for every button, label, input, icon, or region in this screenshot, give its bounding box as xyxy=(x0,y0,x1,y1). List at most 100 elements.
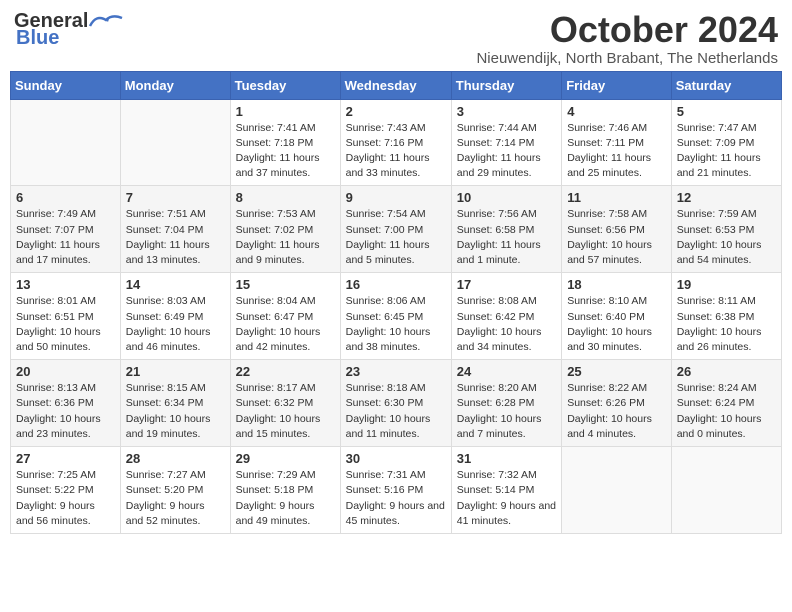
day-number: 31 xyxy=(457,451,556,466)
calendar-cell: 8 Sunrise: 7:53 AMSunset: 7:02 PMDaylight… xyxy=(230,186,340,273)
logo-bird-icon xyxy=(88,12,124,32)
day-number: 6 xyxy=(16,190,115,205)
day-number: 26 xyxy=(677,364,776,379)
calendar-cell: 17 Sunrise: 8:08 AMSunset: 6:42 PMDayligh… xyxy=(451,273,561,360)
day-info: Sunrise: 7:43 AMSunset: 7:16 PMDaylight:… xyxy=(346,121,446,182)
day-info: Sunrise: 7:31 AMSunset: 5:16 PMDaylight:… xyxy=(346,468,446,529)
week-row-3: 13 Sunrise: 8:01 AMSunset: 6:51 PMDayligh… xyxy=(11,273,782,360)
calendar-cell: 18 Sunrise: 8:10 AMSunset: 6:40 PMDayligh… xyxy=(562,273,672,360)
day-number: 10 xyxy=(457,190,556,205)
day-info: Sunrise: 7:27 AMSunset: 5:20 PMDaylight:… xyxy=(126,468,225,529)
day-number: 3 xyxy=(457,104,556,119)
day-info: Sunrise: 8:17 AMSunset: 6:32 PMDaylight:… xyxy=(236,381,335,442)
day-number: 24 xyxy=(457,364,556,379)
calendar-cell: 6 Sunrise: 7:49 AMSunset: 7:07 PMDaylight… xyxy=(11,186,121,273)
calendar-cell xyxy=(671,447,781,534)
day-number: 13 xyxy=(16,277,115,292)
week-row-1: 1 Sunrise: 7:41 AMSunset: 7:18 PMDaylight… xyxy=(11,99,782,186)
day-number: 14 xyxy=(126,277,225,292)
weekday-header-sunday: Sunday xyxy=(11,71,121,99)
calendar-cell: 2 Sunrise: 7:43 AMSunset: 7:16 PMDaylight… xyxy=(340,99,451,186)
weekday-header-thursday: Thursday xyxy=(451,71,561,99)
calendar-cell: 4 Sunrise: 7:46 AMSunset: 7:11 PMDaylight… xyxy=(562,99,672,186)
day-number: 28 xyxy=(126,451,225,466)
calendar-cell xyxy=(11,99,121,186)
day-number: 4 xyxy=(567,104,666,119)
day-info: Sunrise: 8:04 AMSunset: 6:47 PMDaylight:… xyxy=(236,294,335,355)
day-info: Sunrise: 8:01 AMSunset: 6:51 PMDaylight:… xyxy=(16,294,115,355)
day-number: 21 xyxy=(126,364,225,379)
month-title: October 2024 xyxy=(476,10,778,50)
day-info: Sunrise: 7:41 AMSunset: 7:18 PMDaylight:… xyxy=(236,121,335,182)
calendar-table: SundayMondayTuesdayWednesdayThursdayFrid… xyxy=(10,71,782,534)
day-info: Sunrise: 8:13 AMSunset: 6:36 PMDaylight:… xyxy=(16,381,115,442)
day-number: 29 xyxy=(236,451,335,466)
day-number: 18 xyxy=(567,277,666,292)
calendar-cell: 30 Sunrise: 7:31 AMSunset: 5:16 PMDayligh… xyxy=(340,447,451,534)
day-info: Sunrise: 8:22 AMSunset: 6:26 PMDaylight:… xyxy=(567,381,666,442)
calendar-cell xyxy=(120,99,230,186)
day-info: Sunrise: 7:58 AMSunset: 6:56 PMDaylight:… xyxy=(567,207,666,268)
day-info: Sunrise: 7:54 AMSunset: 7:00 PMDaylight:… xyxy=(346,207,446,268)
week-row-4: 20 Sunrise: 8:13 AMSunset: 6:36 PMDayligh… xyxy=(11,360,782,447)
day-number: 17 xyxy=(457,277,556,292)
day-info: Sunrise: 7:59 AMSunset: 6:53 PMDaylight:… xyxy=(677,207,776,268)
weekday-header-monday: Monday xyxy=(120,71,230,99)
weekday-header-tuesday: Tuesday xyxy=(230,71,340,99)
day-info: Sunrise: 7:32 AMSunset: 5:14 PMDaylight:… xyxy=(457,468,556,529)
calendar-cell xyxy=(562,447,672,534)
calendar-cell: 7 Sunrise: 7:51 AMSunset: 7:04 PMDaylight… xyxy=(120,186,230,273)
day-info: Sunrise: 8:10 AMSunset: 6:40 PMDaylight:… xyxy=(567,294,666,355)
day-info: Sunrise: 8:24 AMSunset: 6:24 PMDaylight:… xyxy=(677,381,776,442)
day-number: 20 xyxy=(16,364,115,379)
day-info: Sunrise: 7:53 AMSunset: 7:02 PMDaylight:… xyxy=(236,207,335,268)
calendar-cell: 12 Sunrise: 7:59 AMSunset: 6:53 PMDayligh… xyxy=(671,186,781,273)
day-info: Sunrise: 8:20 AMSunset: 6:28 PMDaylight:… xyxy=(457,381,556,442)
calendar-cell: 22 Sunrise: 8:17 AMSunset: 6:32 PMDayligh… xyxy=(230,360,340,447)
page-header: General Blue October 2024 Nieuwendijk, N… xyxy=(10,10,782,67)
day-number: 30 xyxy=(346,451,446,466)
calendar-cell: 15 Sunrise: 8:04 AMSunset: 6:47 PMDayligh… xyxy=(230,273,340,360)
day-number: 15 xyxy=(236,277,335,292)
day-number: 7 xyxy=(126,190,225,205)
calendar-cell: 9Sunrise: 7:54 AMSunset: 7:00 PMDaylight… xyxy=(340,186,451,273)
calendar-cell: 10Sunrise: 7:56 AMSunset: 6:58 PMDayligh… xyxy=(451,186,561,273)
calendar-cell: 21 Sunrise: 8:15 AMSunset: 6:34 PMDayligh… xyxy=(120,360,230,447)
day-info: Sunrise: 8:15 AMSunset: 6:34 PMDaylight:… xyxy=(126,381,225,442)
calendar-cell: 14Sunrise: 8:03 AMSunset: 6:49 PMDayligh… xyxy=(120,273,230,360)
day-info: Sunrise: 7:44 AMSunset: 7:14 PMDaylight:… xyxy=(457,121,556,182)
calendar-cell: 26 Sunrise: 8:24 AMSunset: 6:24 PMDayligh… xyxy=(671,360,781,447)
calendar-cell: 3 Sunrise: 7:44 AMSunset: 7:14 PMDaylight… xyxy=(451,99,561,186)
weekday-header-friday: Friday xyxy=(562,71,672,99)
calendar-cell: 28 Sunrise: 7:27 AMSunset: 5:20 PMDayligh… xyxy=(120,447,230,534)
calendar-cell: 11Sunrise: 7:58 AMSunset: 6:56 PMDayligh… xyxy=(562,186,672,273)
day-number: 27 xyxy=(16,451,115,466)
day-number: 5 xyxy=(677,104,776,119)
day-number: 16 xyxy=(346,277,446,292)
day-info: Sunrise: 8:08 AMSunset: 6:42 PMDaylight:… xyxy=(457,294,556,355)
calendar-cell: 27Sunrise: 7:25 AMSunset: 5:22 PMDayligh… xyxy=(11,447,121,534)
weekday-header-row: SundayMondayTuesdayWednesdayThursdayFrid… xyxy=(11,71,782,99)
week-row-5: 27Sunrise: 7:25 AMSunset: 5:22 PMDayligh… xyxy=(11,447,782,534)
day-info: Sunrise: 7:51 AMSunset: 7:04 PMDaylight:… xyxy=(126,207,225,268)
calendar-cell: 29Sunrise: 7:29 AMSunset: 5:18 PMDayligh… xyxy=(230,447,340,534)
day-number: 12 xyxy=(677,190,776,205)
day-number: 8 xyxy=(236,190,335,205)
calendar-cell: 5Sunrise: 7:47 AMSunset: 7:09 PMDaylight… xyxy=(671,99,781,186)
calendar-cell: 19Sunrise: 8:11 AMSunset: 6:38 PMDayligh… xyxy=(671,273,781,360)
day-info: Sunrise: 7:49 AMSunset: 7:07 PMDaylight:… xyxy=(16,207,115,268)
calendar-cell: 23Sunrise: 8:18 AMSunset: 6:30 PMDayligh… xyxy=(340,360,451,447)
day-number: 22 xyxy=(236,364,335,379)
day-number: 23 xyxy=(346,364,446,379)
weekday-header-saturday: Saturday xyxy=(671,71,781,99)
day-info: Sunrise: 7:46 AMSunset: 7:11 PMDaylight:… xyxy=(567,121,666,182)
logo-text-blue: Blue xyxy=(16,27,59,50)
calendar-cell: 31 Sunrise: 7:32 AMSunset: 5:14 PMDayligh… xyxy=(451,447,561,534)
day-info: Sunrise: 8:06 AMSunset: 6:45 PMDaylight:… xyxy=(346,294,446,355)
day-number: 25 xyxy=(567,364,666,379)
calendar-cell: 13 Sunrise: 8:01 AMSunset: 6:51 PMDayligh… xyxy=(11,273,121,360)
calendar-cell: 24 Sunrise: 8:20 AMSunset: 6:28 PMDayligh… xyxy=(451,360,561,447)
calendar-cell: 25 Sunrise: 8:22 AMSunset: 6:26 PMDayligh… xyxy=(562,360,672,447)
day-number: 1 xyxy=(236,104,335,119)
day-number: 2 xyxy=(346,104,446,119)
